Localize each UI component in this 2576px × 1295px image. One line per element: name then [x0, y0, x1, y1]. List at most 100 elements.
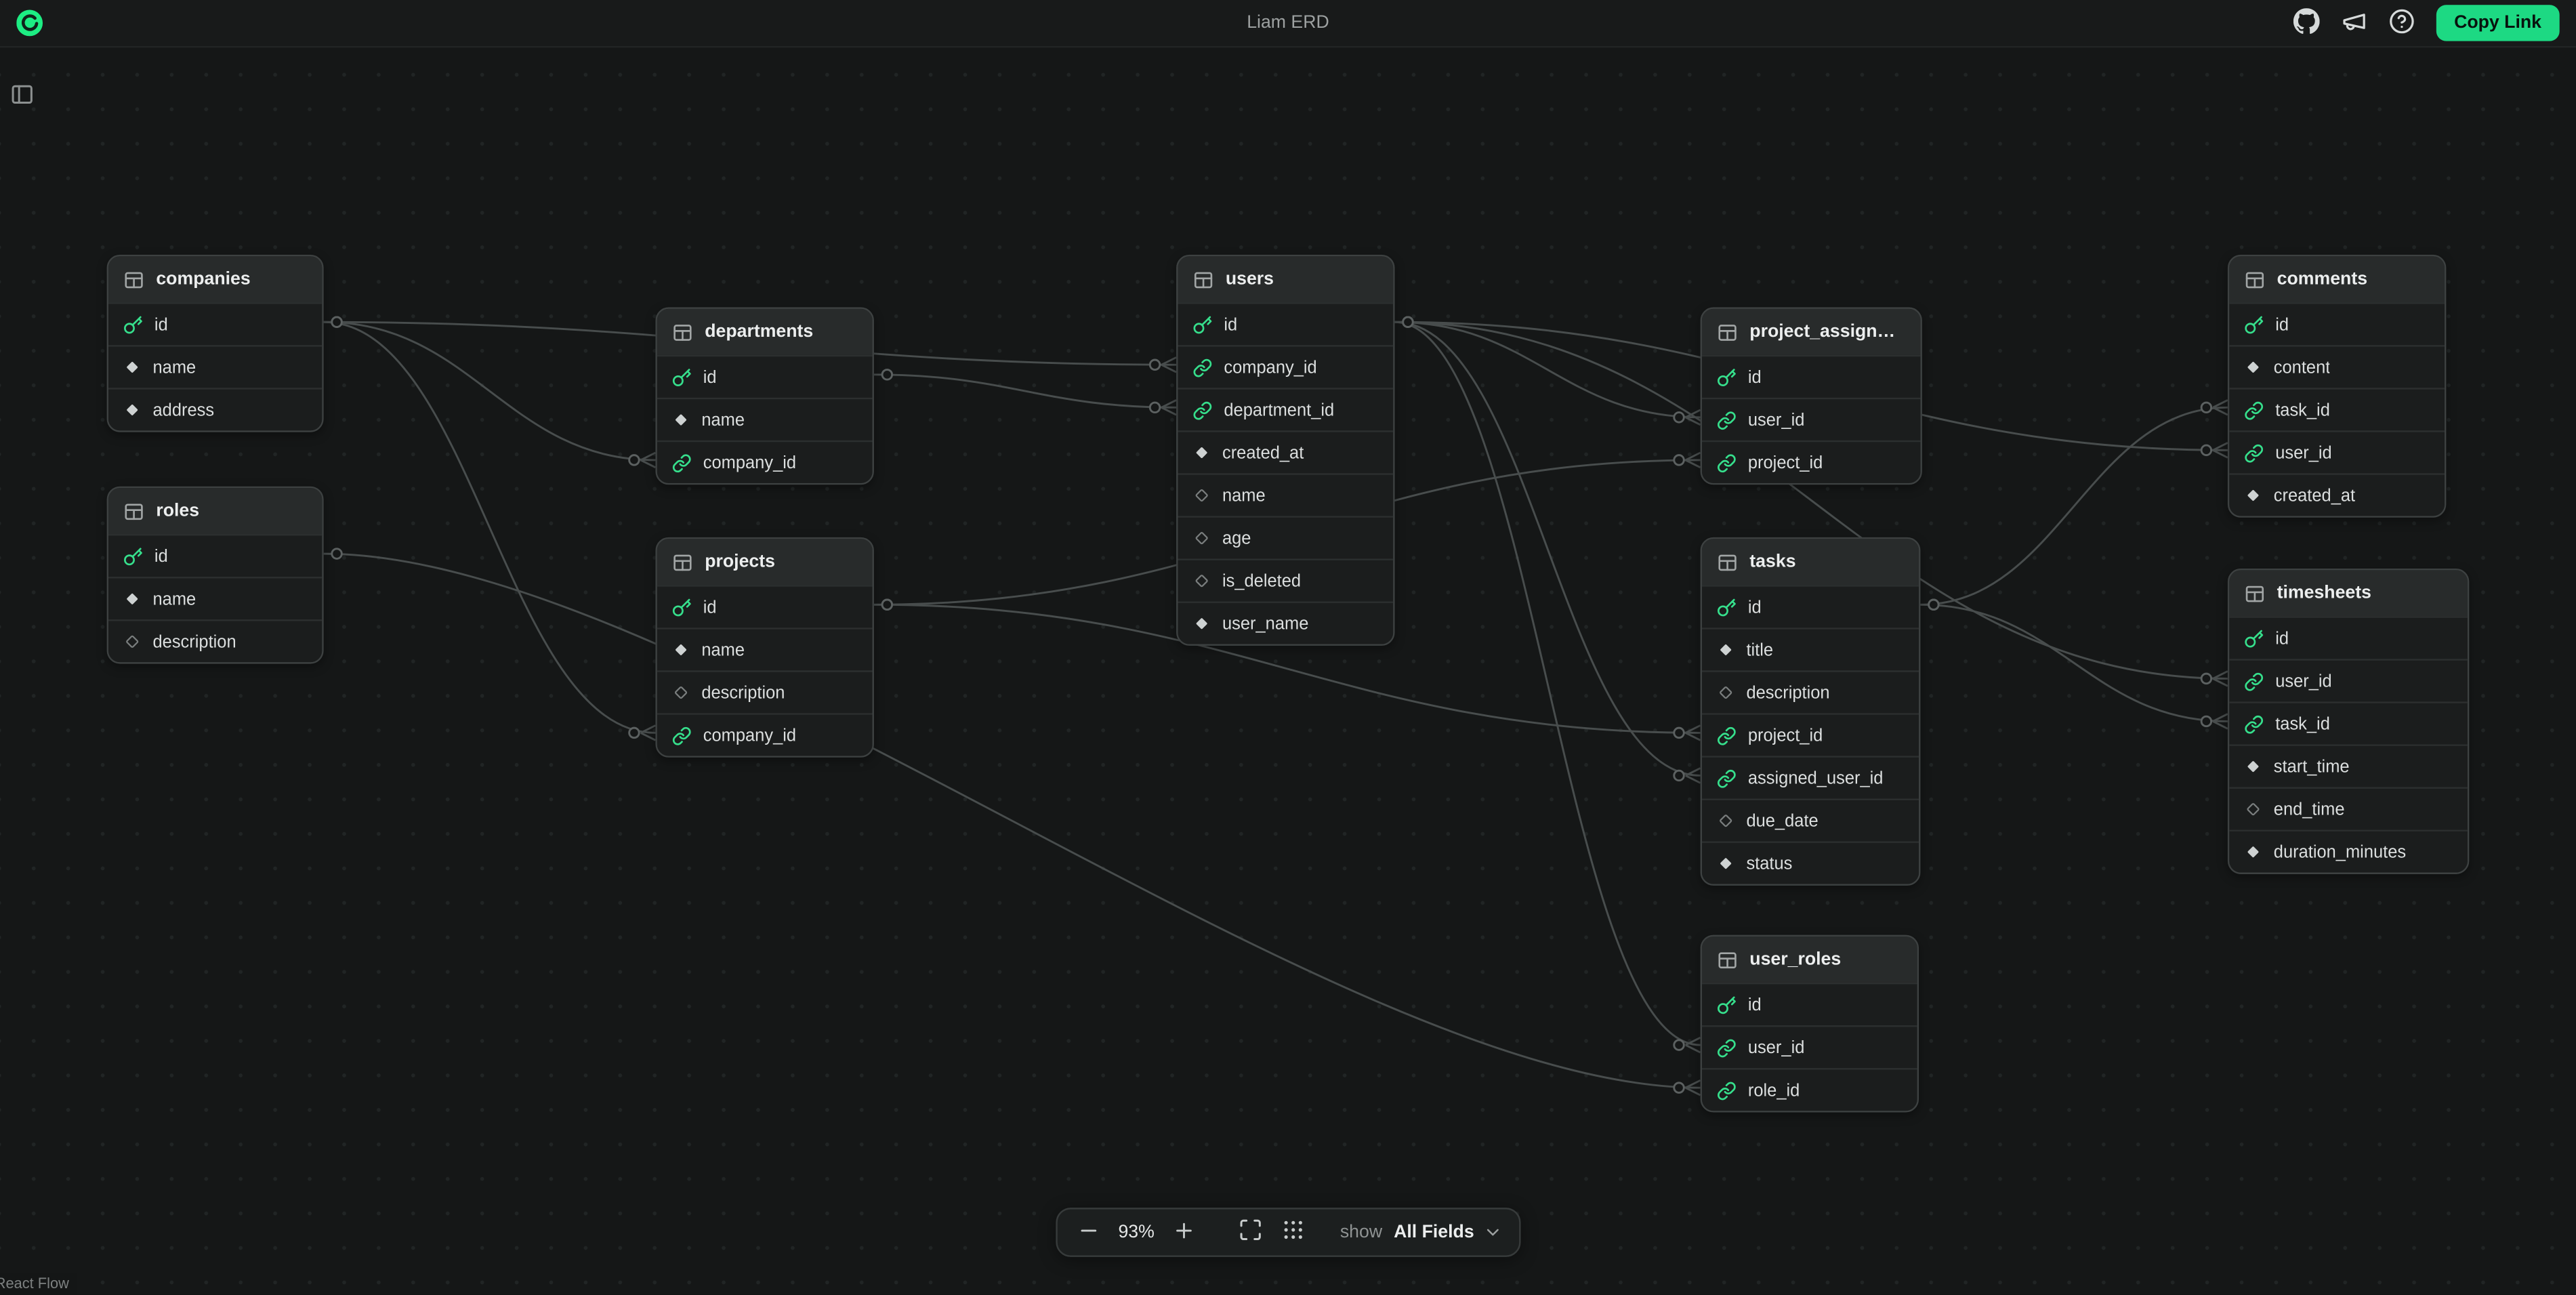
- field-row-tasks-due_date[interactable]: due_date: [1702, 798, 1919, 841]
- field-name: id: [2275, 628, 2289, 648]
- field-row-comments-id[interactable]: id: [2229, 302, 2445, 345]
- table-icon: [672, 321, 694, 343]
- help-button[interactable]: [2388, 7, 2415, 39]
- table-header[interactable]: tasks: [1702, 539, 1919, 585]
- field-row-tasks-title[interactable]: title: [1702, 628, 1919, 670]
- diamond-filled-icon: [1192, 615, 1211, 633]
- key-icon: [672, 597, 692, 617]
- table-node-timesheets[interactable]: timesheets id user_id task_id start_timeend_…: [2228, 569, 2469, 874]
- table-header[interactable]: roles: [108, 488, 322, 534]
- table-header[interactable]: comments: [2229, 256, 2445, 302]
- field-row-users-created_at[interactable]: created_at: [1178, 430, 1394, 473]
- field-row-projects-name[interactable]: name: [657, 628, 873, 670]
- field-row-projects-description[interactable]: description: [657, 670, 873, 713]
- table-name: projects: [705, 552, 775, 572]
- field-name: task_id: [2275, 714, 2330, 734]
- github-link[interactable]: [2293, 7, 2319, 39]
- field-name: name: [152, 589, 196, 609]
- link-icon: [1192, 400, 1212, 419]
- table-header[interactable]: timesheets: [2229, 570, 2468, 616]
- table-icon: [672, 551, 694, 573]
- field-name: title: [1746, 640, 1773, 659]
- field-row-project_assignments-project_id[interactable]: project_id: [1702, 440, 1920, 483]
- field-row-project_assignments-user_id[interactable]: user_id: [1702, 398, 1920, 440]
- zoom-in-button[interactable]: [1169, 1215, 1199, 1250]
- diamond-filled-icon: [2244, 487, 2262, 505]
- table-node-companies[interactable]: companiesidnameaddress: [107, 255, 324, 432]
- field-row-project_assignments-id[interactable]: id: [1702, 355, 1920, 398]
- field-name: id: [1224, 314, 1237, 334]
- table-name: departments: [705, 322, 813, 342]
- field-row-timesheets-task_id[interactable]: task_id: [2229, 701, 2468, 744]
- field-row-timesheets-user_id[interactable]: user_id: [2229, 659, 2468, 701]
- field-row-users-name[interactable]: name: [1178, 473, 1394, 516]
- fit-view-icon: [1239, 1218, 1263, 1248]
- fields-filter-dropdown[interactable]: All Fields: [1394, 1222, 1502, 1242]
- field-row-companies-name[interactable]: name: [108, 345, 322, 388]
- table-header[interactable]: projects: [657, 539, 873, 585]
- copy-link-button[interactable]: Copy Link: [2436, 5, 2559, 41]
- field-name: is_deleted: [1222, 571, 1301, 591]
- field-row-roles-id[interactable]: id: [108, 534, 322, 577]
- liam-logo[interactable]: [16, 10, 43, 37]
- field-row-user_roles-id[interactable]: id: [1702, 983, 1917, 1025]
- table-header[interactable]: companies: [108, 256, 322, 302]
- field-row-comments-user_id[interactable]: user_id: [2229, 430, 2445, 473]
- field-row-timesheets-start_time[interactable]: start_time: [2229, 744, 2468, 787]
- field-row-users-company_id[interactable]: company_id: [1178, 345, 1394, 388]
- field-row-roles-name[interactable]: name: [108, 577, 322, 619]
- field-row-comments-created_at[interactable]: created_at: [2229, 473, 2445, 516]
- field-row-roles-description[interactable]: description: [108, 619, 322, 662]
- release-notes-link[interactable]: [2341, 7, 2367, 39]
- field-name: project_id: [1748, 726, 1823, 745]
- field-row-tasks-id[interactable]: id: [1702, 585, 1919, 628]
- table-node-user_roles[interactable]: user_rolesiduser_idrole_id: [1701, 935, 1919, 1113]
- field-row-tasks-status[interactable]: status: [1702, 841, 1919, 884]
- table-node-users[interactable]: users id company_iddepartment_idcreated_at…: [1176, 255, 1394, 646]
- table-header[interactable]: project_assignments: [1702, 309, 1920, 355]
- field-row-user_roles-user_id[interactable]: user_id: [1702, 1025, 1917, 1068]
- field-row-users-age[interactable]: age: [1178, 516, 1394, 558]
- table-node-roles[interactable]: rolesid name description: [107, 487, 324, 664]
- field-row-timesheets-id[interactable]: id: [2229, 616, 2468, 659]
- react-flow-attribution[interactable]: React Flow: [0, 1273, 77, 1293]
- field-row-departments-company_id[interactable]: company_id: [657, 440, 873, 483]
- field-row-users-is_deleted[interactable]: is_deleted: [1178, 558, 1394, 601]
- zoom-out-button[interactable]: [1074, 1215, 1104, 1250]
- link-icon: [1717, 768, 1737, 788]
- tidy-up-button[interactable]: [1278, 1214, 1309, 1250]
- diamond-outline-icon: [1192, 529, 1211, 548]
- key-icon: [2244, 628, 2264, 648]
- table-name: timesheets: [2277, 583, 2371, 603]
- table-header[interactable]: user_roles: [1702, 937, 1917, 983]
- field-row-companies-id[interactable]: id: [108, 302, 322, 345]
- field-row-tasks-description[interactable]: description: [1702, 670, 1919, 713]
- erd-canvas[interactable]: companiesidnameaddressrolesidnamedescrip…: [0, 0, 2576, 1295]
- field-row-comments-content[interactable]: content: [2229, 345, 2445, 388]
- field-row-projects-company_id[interactable]: company_id: [657, 713, 873, 756]
- field-row-user_roles-role_id[interactable]: role_id: [1702, 1068, 1917, 1111]
- field-row-tasks-project_id[interactable]: project_id: [1702, 713, 1919, 756]
- table-icon: [123, 500, 145, 522]
- key-icon: [2244, 314, 2264, 334]
- table-node-project_assignments[interactable]: project_assignmentsiduser_idproject_id: [1701, 307, 1922, 485]
- table-node-tasks[interactable]: tasksid title description project_idassigne…: [1701, 537, 1921, 886]
- fit-view-button[interactable]: [1235, 1214, 1266, 1250]
- table-header[interactable]: departments: [657, 309, 873, 355]
- table-node-projects[interactable]: projects idnamedescriptioncompany_id: [655, 537, 873, 758]
- field-row-departments-name[interactable]: name: [657, 398, 873, 440]
- field-row-users-id[interactable]: id: [1178, 302, 1394, 345]
- field-row-projects-id[interactable]: id: [657, 585, 873, 628]
- field-row-users-department_id[interactable]: department_id: [1178, 388, 1394, 430]
- field-row-timesheets-end_time[interactable]: end_time: [2229, 787, 2468, 829]
- field-row-companies-address[interactable]: address: [108, 388, 322, 430]
- field-row-comments-task_id[interactable]: task_id: [2229, 388, 2445, 430]
- field-row-timesheets-duration_minutes[interactable]: duration_minutes: [2229, 829, 2468, 872]
- table-node-comments[interactable]: commentsidcontenttask_iduser_idcreated_a…: [2228, 255, 2446, 518]
- table-header[interactable]: users: [1178, 256, 1394, 302]
- field-row-departments-id[interactable]: id: [657, 355, 873, 398]
- table-node-departments[interactable]: departments idnamecompany_id: [655, 307, 873, 485]
- sidebar-toggle-button[interactable]: [10, 82, 35, 112]
- field-row-tasks-assigned_user_id[interactable]: assigned_user_id: [1702, 756, 1919, 798]
- field-row-users-user_name[interactable]: user_name: [1178, 601, 1394, 644]
